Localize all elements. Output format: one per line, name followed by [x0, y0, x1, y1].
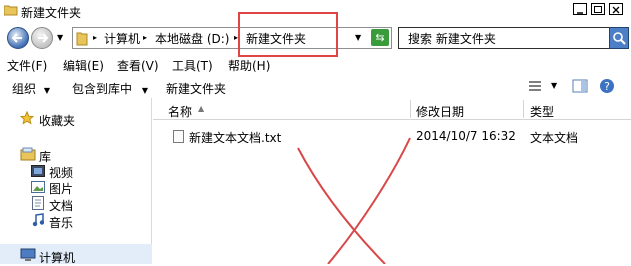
- menu-tools[interactable]: 工具(T): [172, 57, 213, 74]
- maximize-icon: [594, 6, 602, 13]
- column-header-name[interactable]: 名称: [168, 103, 192, 120]
- nav-videos[interactable]: 视频: [49, 164, 73, 181]
- help-button[interactable]: ?: [599, 78, 615, 97]
- music-note-icon: [32, 213, 45, 230]
- column-header-type[interactable]: 类型: [530, 103, 554, 120]
- nav-documents[interactable]: 文档: [49, 197, 73, 214]
- folder-icon: [76, 30, 88, 49]
- help-icon: ?: [600, 79, 614, 93]
- menu-view[interactable]: 查看(V): [117, 57, 159, 74]
- chevron-down-icon: ▼: [141, 86, 148, 95]
- library-icon: [20, 147, 36, 164]
- column-header-row: [153, 98, 631, 120]
- view-list-icon: [529, 81, 541, 91]
- window-title: 新建文件夹: [21, 6, 82, 20]
- view-options-button[interactable]: [528, 80, 542, 95]
- file-modified: 2014/10/7 16:32: [416, 129, 516, 143]
- column-header-modified[interactable]: 修改日期: [416, 103, 464, 120]
- search-button[interactable]: [609, 27, 629, 49]
- column-divider[interactable]: [410, 100, 411, 118]
- include-label: 包含到库中: [72, 82, 133, 96]
- maximize-button[interactable]: [591, 3, 605, 15]
- minimize-icon: [577, 12, 583, 14]
- refresh-icon: ⇆: [375, 31, 385, 44]
- column-divider[interactable]: [523, 100, 524, 118]
- svg-text:?: ?: [604, 80, 610, 93]
- computer-icon: [20, 248, 36, 265]
- search-placeholder: 搜索 新建文件夹: [408, 32, 496, 46]
- minimize-button[interactable]: [573, 3, 587, 15]
- history-dropdown-icon[interactable]: ▼: [57, 33, 63, 42]
- forward-button[interactable]: [31, 27, 53, 49]
- menu-edit[interactable]: 编辑(E): [63, 57, 104, 74]
- organize-button[interactable]: 组织 ▼: [12, 80, 50, 97]
- address-dropdown-icon[interactable]: ▼: [355, 33, 361, 42]
- menu-file[interactable]: 文件(F): [7, 57, 47, 74]
- nav-computer[interactable]: 计算机: [39, 249, 75, 266]
- refresh-button[interactable]: ⇆: [371, 29, 389, 46]
- back-button[interactable]: [7, 27, 29, 49]
- close-button[interactable]: [609, 3, 623, 15]
- preview-pane-button[interactable]: [572, 79, 588, 96]
- breadcrumb-arrow-icon[interactable]: ▸: [143, 33, 147, 42]
- include-in-library-button[interactable]: 包含到库中 ▼: [72, 80, 148, 97]
- file-name[interactable]: 新建文本文档.txt: [189, 129, 281, 146]
- arrow-left-icon: [11, 33, 22, 43]
- breadcrumb-arrow-icon[interactable]: ▸: [93, 33, 97, 42]
- text-file-icon: [173, 130, 184, 143]
- view-dropdown-icon[interactable]: ▼: [551, 81, 557, 90]
- documents-icon: [32, 196, 44, 213]
- file-type: 文本文档: [530, 131, 579, 145]
- organize-label: 组织: [12, 82, 37, 96]
- pictures-icon: [31, 181, 45, 196]
- preview-pane-icon: [572, 79, 588, 93]
- nav-pictures[interactable]: 图片: [49, 180, 73, 197]
- breadcrumb-drive[interactable]: 本地磁盘 (D:): [155, 30, 229, 47]
- star-icon: [19, 110, 35, 128]
- video-icon: [31, 165, 45, 180]
- folder-icon: [3, 4, 18, 16]
- nav-library[interactable]: 库: [39, 148, 51, 165]
- arrow-right-icon: [38, 33, 49, 43]
- annotation-highlight-box: [238, 12, 338, 57]
- close-icon: [612, 6, 620, 14]
- nav-favorites[interactable]: 收藏夹: [39, 112, 75, 129]
- breadcrumb-computer[interactable]: 计算机: [104, 30, 140, 47]
- new-folder-button[interactable]: 新建文件夹: [166, 80, 226, 97]
- menu-help[interactable]: 帮助(H): [228, 57, 270, 74]
- sort-ascending-icon: ▲: [198, 104, 205, 113]
- nav-music[interactable]: 音乐: [49, 214, 73, 231]
- search-icon: [613, 32, 626, 45]
- chevron-down-icon: ▼: [43, 86, 50, 95]
